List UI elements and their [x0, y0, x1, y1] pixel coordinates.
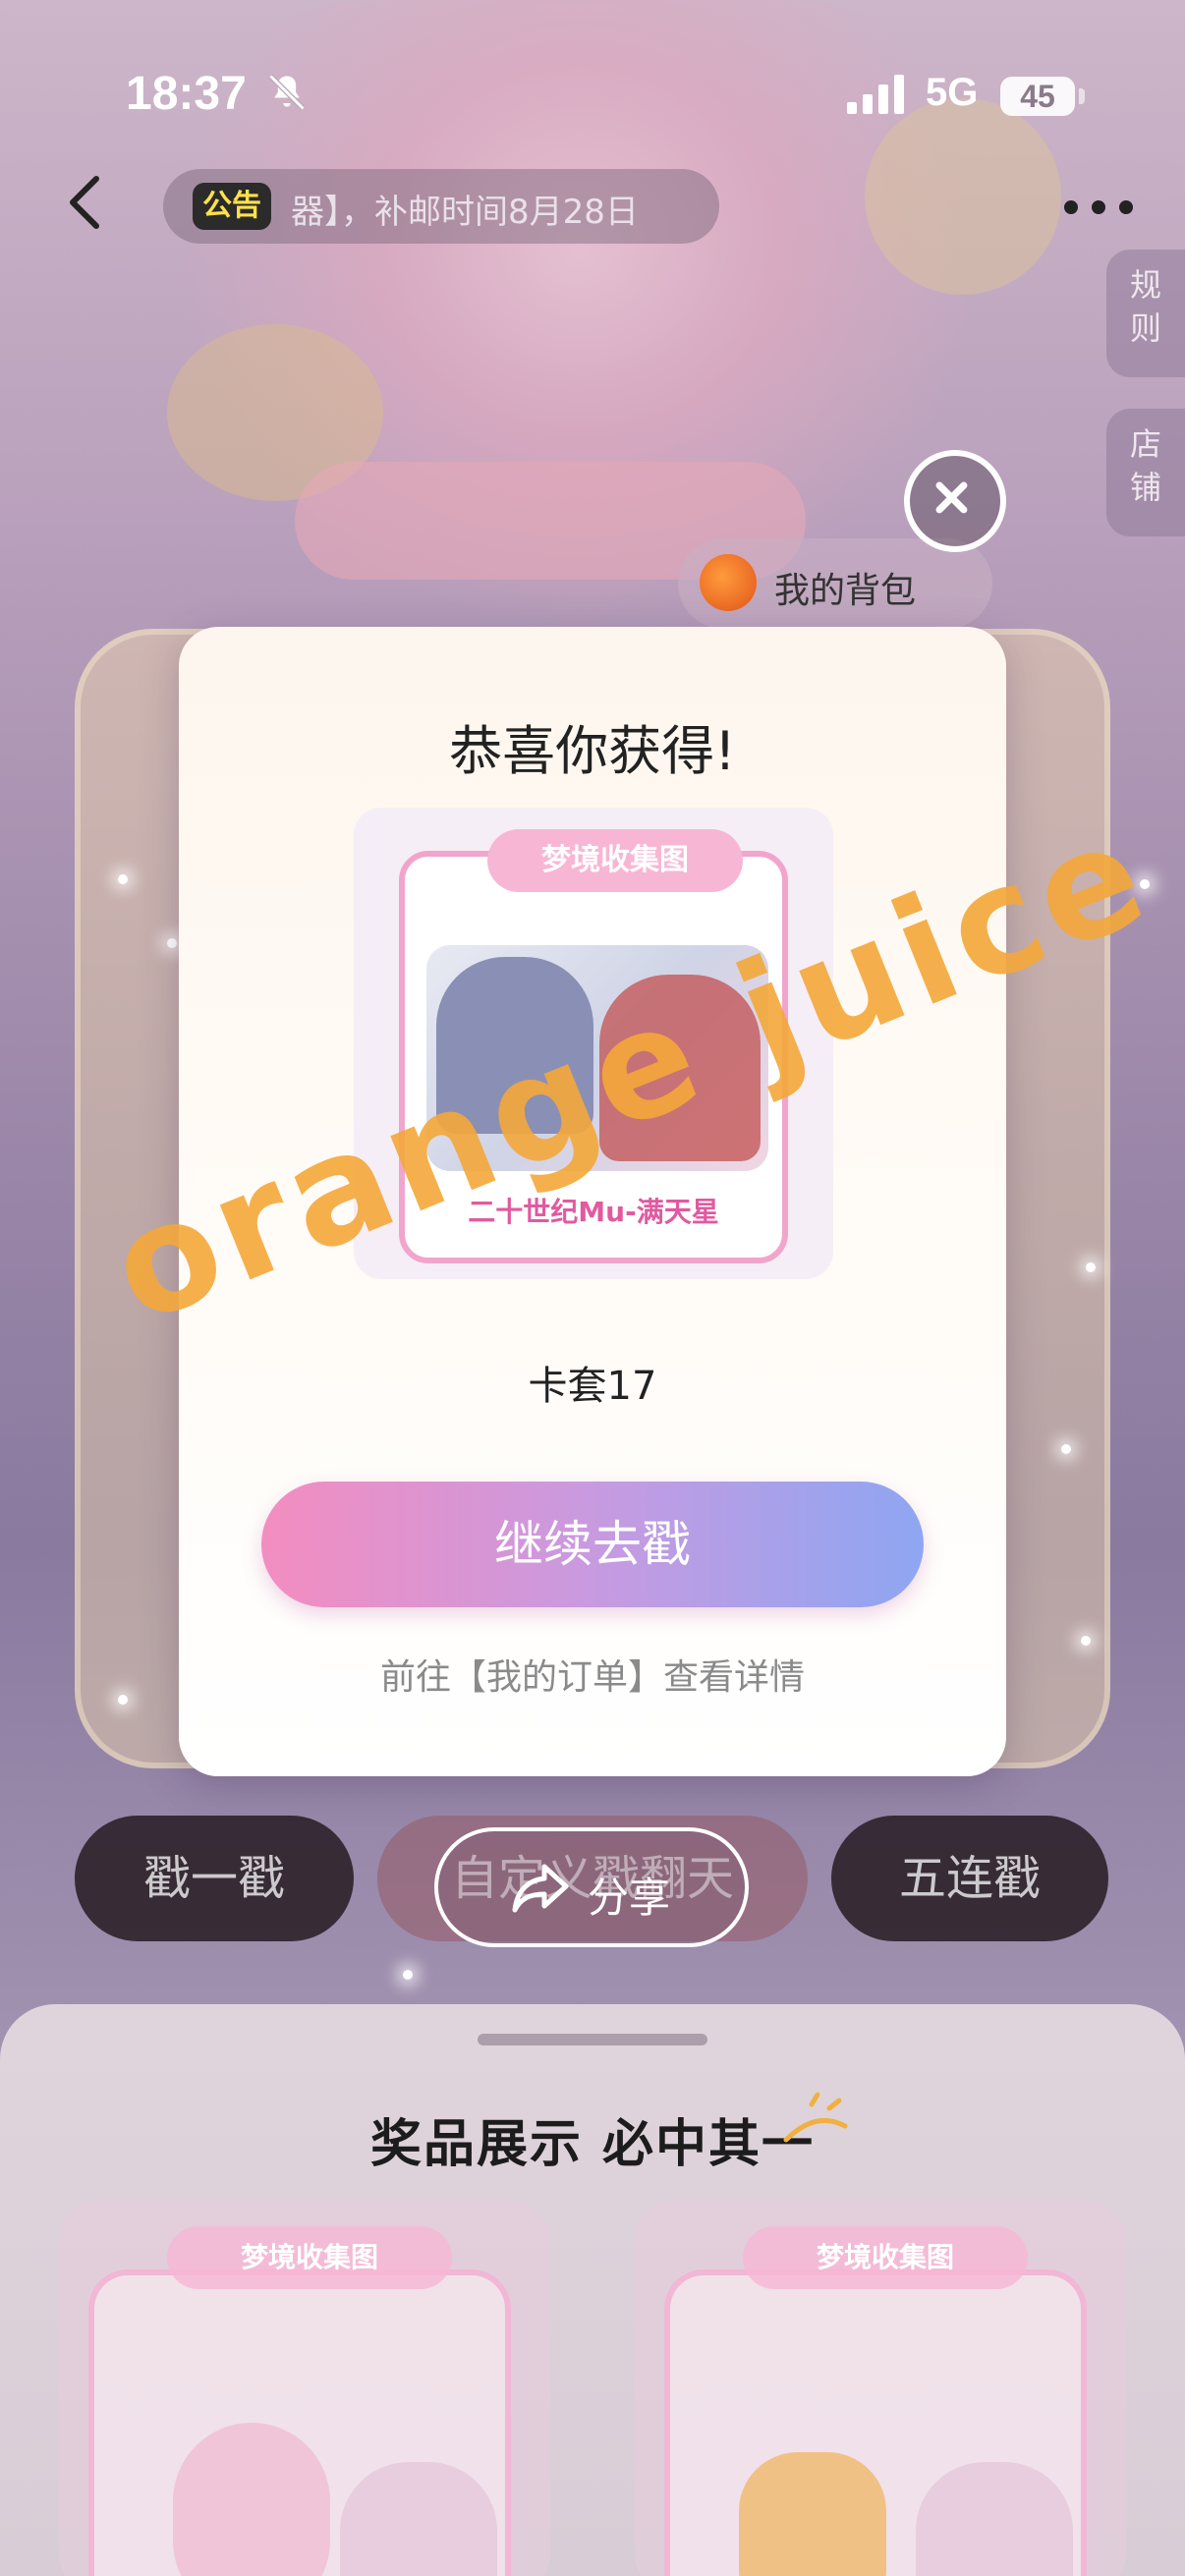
continue-draw-button[interactable]: 继续去戳	[261, 1482, 924, 1607]
announcement-tag: 公告	[193, 183, 271, 230]
prize-item-frame	[88, 2269, 511, 2576]
draw-five-button[interactable]: 五连戳	[831, 1816, 1108, 1941]
prize-item-card[interactable]: 梦境收集图	[59, 2201, 550, 2576]
backpack-icon	[700, 554, 757, 611]
clock: 18:37	[126, 68, 247, 120]
status-bar: 18:37 5G 45	[0, 0, 1185, 196]
share-icon	[512, 1864, 569, 1913]
prize-item-art	[340, 2462, 497, 2576]
prize-item-logo: 梦境收集图	[167, 2226, 452, 2289]
network-type: 5G	[926, 71, 979, 114]
sparkle	[1061, 1444, 1071, 1454]
draw-one-button[interactable]: 戳一戳	[75, 1816, 354, 1941]
close-icon[interactable]	[904, 450, 1006, 552]
backpack-label: 我的背包	[774, 571, 917, 611]
battery-indicator: 45	[1000, 77, 1075, 116]
back-arrow-icon[interactable]	[61, 173, 110, 232]
battery-tip	[1079, 88, 1085, 104]
view-order-link[interactable]: 前往【我的订单】查看详情	[179, 1649, 1006, 1700]
sparkle	[118, 1695, 128, 1705]
prize-item-frame	[664, 2269, 1087, 2576]
my-backpack-button[interactable]: 我的背包	[678, 538, 992, 629]
sparkle-icon	[783, 2092, 848, 2143]
sparkle	[1086, 1262, 1096, 1272]
announcement-text: 器】，补邮时间8月28日	[291, 193, 639, 232]
prize-name: 卡套17	[528, 1364, 657, 1409]
sparkle	[403, 1970, 413, 1980]
prize-item-art	[173, 2423, 330, 2576]
shop-tab-label: 店铺	[1129, 425, 1161, 506]
modal-title: 恭喜你获得!	[449, 720, 736, 782]
prize-display-title: 奖品展示 必中其一	[369, 2115, 816, 2174]
signal-icon	[847, 75, 904, 114]
bell-muted-icon	[268, 74, 306, 111]
sheet-drag-handle[interactable]	[478, 2034, 707, 2045]
prize-item-art	[916, 2462, 1073, 2576]
announcement-bar[interactable]: 公告 器】，补邮时间8月28日	[163, 169, 719, 244]
rules-tab-label: 规则	[1129, 266, 1161, 347]
sparkle	[118, 874, 128, 884]
prize-item-art	[739, 2452, 886, 2576]
prize-logo: 梦境收集图	[487, 829, 743, 892]
share-label: 分享	[588, 1874, 671, 1922]
prize-item-logo: 梦境收集图	[743, 2226, 1028, 2289]
shop-tab[interactable]: 店铺	[1106, 409, 1185, 536]
share-button[interactable]: 分享	[434, 1827, 749, 1947]
sparkle	[1081, 1636, 1091, 1646]
prize-display-sheet: 奖品展示 必中其一 梦境收集图 梦境收集图	[0, 2004, 1185, 2576]
prize-item-card[interactable]: 梦境收集图	[635, 2201, 1126, 2576]
more-options-icon[interactable]	[1059, 193, 1138, 222]
rules-tab[interactable]: 规则	[1106, 250, 1185, 377]
sparkle	[167, 938, 177, 948]
